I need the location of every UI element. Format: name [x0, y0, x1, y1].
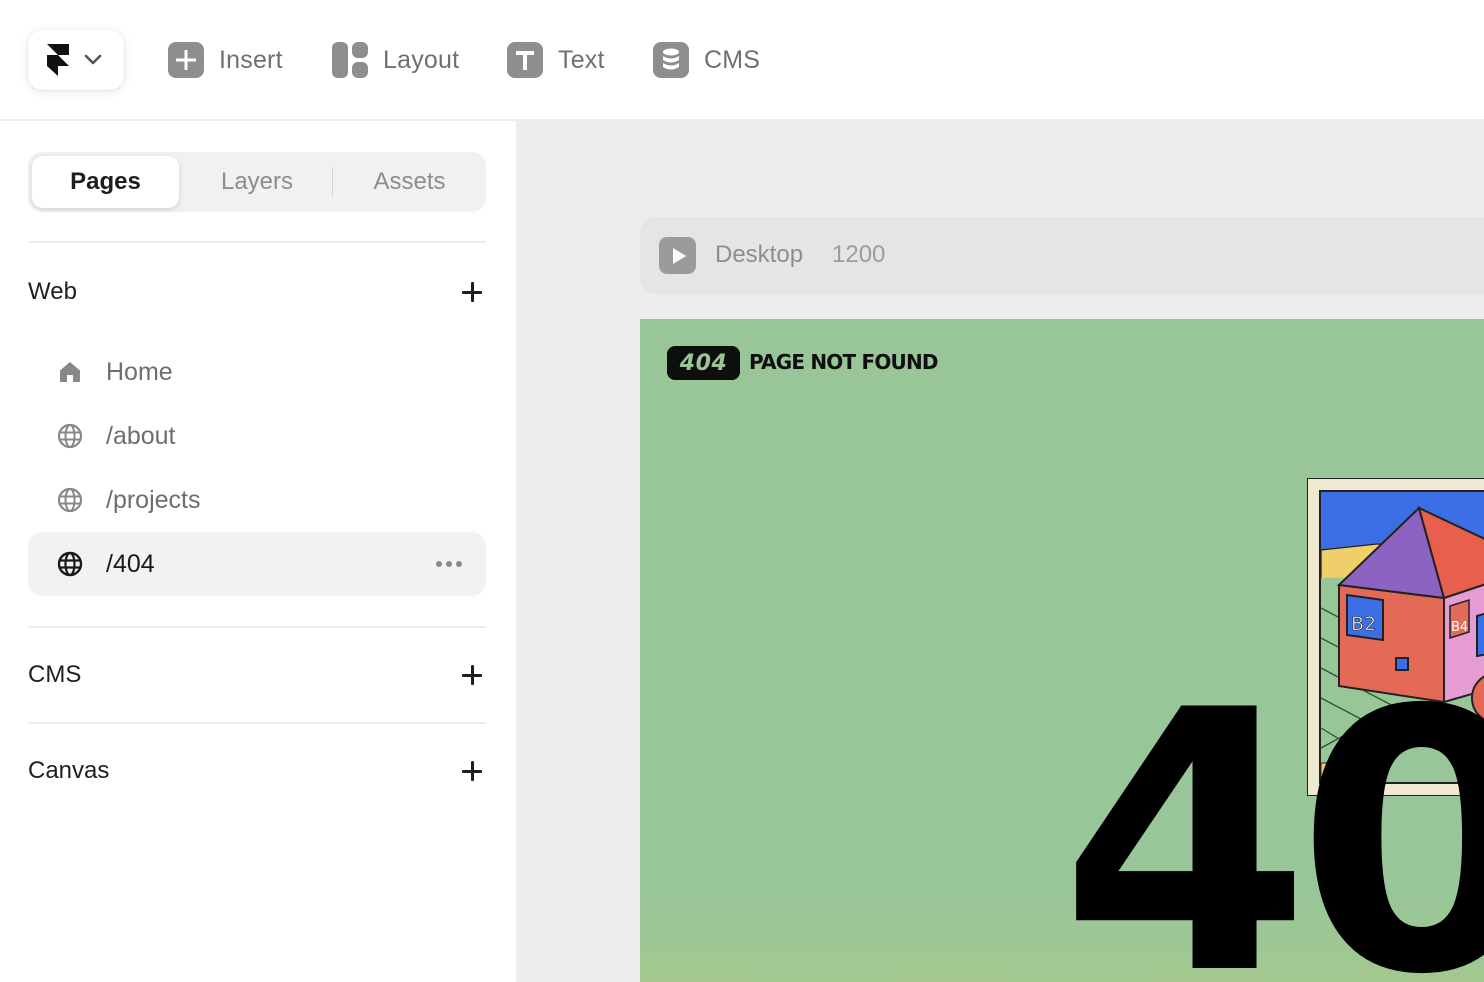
app-menu-button[interactable] — [28, 30, 124, 90]
desktop-frame-preview[interactable]: 404 PAGE NOT FOUND B2 B4 40 — [640, 319, 1484, 982]
page-item-label: Home — [106, 357, 173, 386]
frame-name: Desktop — [715, 241, 804, 268]
page-item-label: /404 — [106, 549, 155, 578]
web-section-header: Web — [28, 272, 486, 312]
page-item-home[interactable]: Home — [28, 340, 486, 404]
tab-pages[interactable]: Pages — [32, 152, 179, 212]
sidebar-tab-switcher: Pages Layers Assets — [28, 152, 486, 212]
insert-label: Insert — [219, 45, 283, 74]
frame-header[interactable]: Desktop 1200 — [640, 217, 1484, 294]
more-options-icon[interactable] — [436, 561, 462, 567]
left-sidebar: Pages Layers Assets Web Home /about /pro… — [0, 121, 516, 982]
add-web-page-icon[interactable] — [461, 281, 483, 303]
plus-square-icon — [168, 42, 204, 78]
page-item-label: /about — [106, 421, 176, 450]
text-tool-button[interactable]: Text — [507, 42, 605, 78]
tab-layers[interactable]: Layers — [181, 152, 333, 212]
globe-icon — [57, 423, 83, 449]
text-label: Text — [558, 45, 605, 74]
insert-tool-button[interactable]: Insert — [168, 42, 283, 78]
home-icon — [60, 362, 80, 382]
tab-assets[interactable]: Assets — [333, 152, 486, 212]
text-icon — [507, 42, 543, 78]
add-cms-collection-icon[interactable] — [461, 664, 483, 686]
layout-icon — [332, 42, 368, 78]
404-badge: 404 — [667, 346, 740, 380]
layout-tool-button[interactable]: Layout — [332, 42, 459, 78]
page-item-404[interactable]: /404 — [28, 532, 486, 596]
globe-icon — [57, 487, 83, 513]
design-canvas[interactable]: Desktop 1200 404 PAGE NOT FOUND B2 B4 40 — [516, 121, 1484, 982]
divider — [28, 722, 486, 724]
canvas-section-title: Canvas — [28, 757, 110, 784]
big-404-text: 404 — [1060, 634, 1484, 982]
divider — [28, 241, 486, 243]
preview-play-icon[interactable] — [659, 237, 696, 274]
top-toolbar: Insert Layout Text CMS — [0, 0, 1484, 121]
page-not-found-heading: PAGE NOT FOUND — [749, 350, 939, 374]
page-item-about[interactable]: /about — [28, 404, 486, 468]
add-canvas-icon[interactable] — [461, 760, 483, 782]
page-item-label: /projects — [106, 485, 201, 514]
window-label-b4: B4 — [1451, 620, 1468, 635]
cms-label: CMS — [704, 45, 761, 74]
globe-icon — [57, 551, 83, 577]
cms-section-header: CMS — [28, 655, 486, 695]
layout-label: Layout — [383, 45, 460, 74]
cms-tool-button[interactable]: CMS — [653, 42, 760, 78]
database-icon — [653, 42, 689, 78]
chevron-down-icon — [84, 54, 102, 65]
window-label-b2: B2 — [1351, 613, 1376, 635]
page-item-projects[interactable]: /projects — [28, 468, 486, 532]
web-section-title: Web — [28, 278, 77, 305]
frame-width: 1200 — [832, 241, 886, 268]
divider — [28, 626, 486, 628]
cms-section-title: CMS — [28, 661, 82, 688]
framer-logo-icon — [47, 44, 69, 76]
canvas-section-header: Canvas — [28, 751, 486, 791]
